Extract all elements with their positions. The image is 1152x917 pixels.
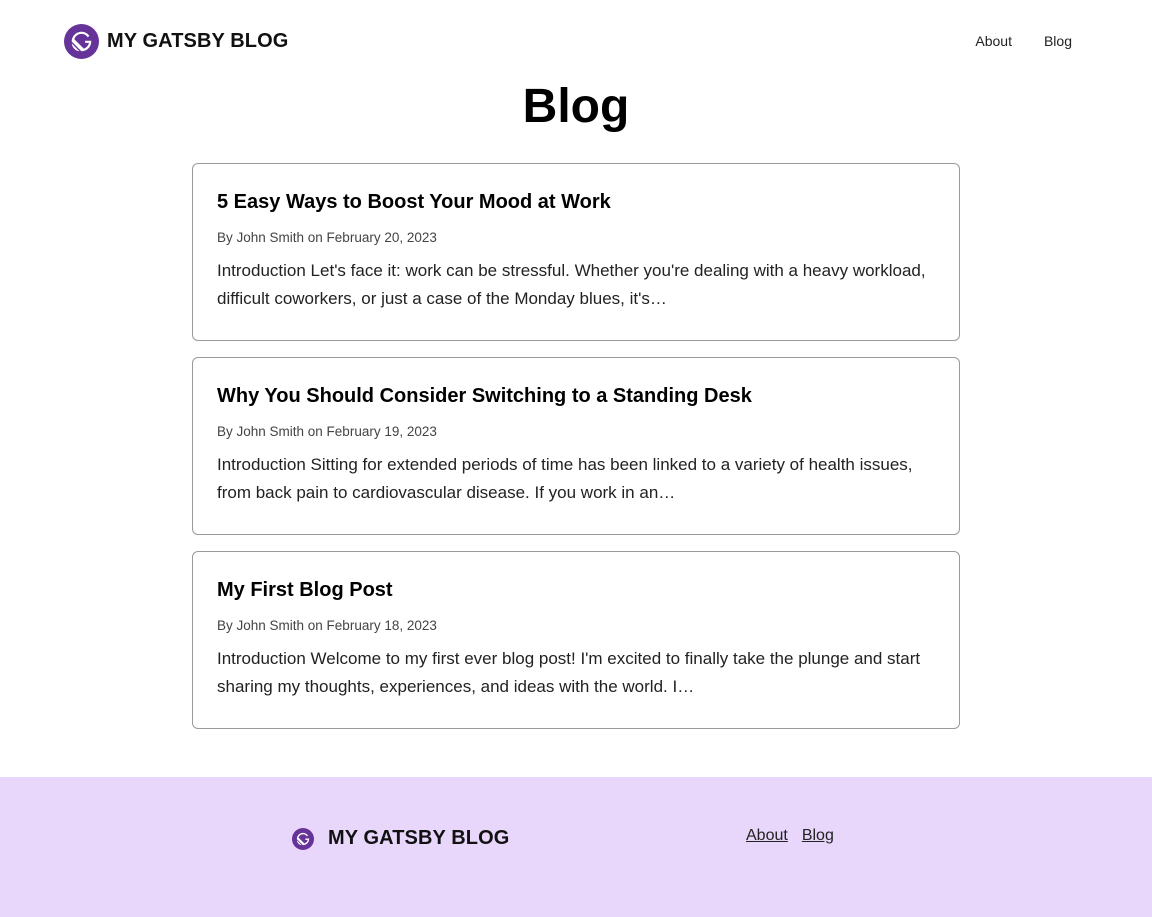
post-card[interactable]: Why You Should Consider Switching to a S… bbox=[192, 357, 960, 535]
post-title[interactable]: Why You Should Consider Switching to a S… bbox=[217, 383, 935, 409]
top-nav: About Blog bbox=[975, 33, 1072, 49]
footer-brand[interactable]: MY GATSBY BLOG bbox=[292, 827, 509, 850]
post-meta: By John Smith on February 18, 2023 bbox=[217, 618, 437, 633]
page-title: Blog bbox=[522, 80, 630, 133]
post-excerpt: Introduction Welcome to my first ever bl… bbox=[217, 649, 921, 696]
site-header: MY GATSBY BLOG About Blog bbox=[0, 0, 1152, 84]
post-excerpt: Introduction Sitting for extended period… bbox=[217, 455, 913, 502]
post-meta: By John Smith on February 19, 2023 bbox=[217, 424, 437, 439]
post-card[interactable]: My First Blog Post By John Smith on Febr… bbox=[192, 551, 960, 729]
nav-link-about[interactable]: About bbox=[975, 33, 1012, 49]
brand-name: MY GATSBY BLOG bbox=[107, 30, 289, 52]
site-footer: MY GATSBY BLOG About Blog bbox=[0, 777, 1152, 917]
post-title[interactable]: My First Blog Post bbox=[217, 577, 935, 603]
gatsby-logo-icon bbox=[292, 827, 314, 850]
post-excerpt: Introduction Let's face it: work can be … bbox=[217, 261, 926, 308]
nav-link-blog[interactable]: Blog bbox=[1044, 33, 1072, 49]
post-meta: By John Smith on February 20, 2023 bbox=[217, 230, 437, 245]
footer-nav: About Blog bbox=[746, 827, 834, 845]
post-list: 5 Easy Ways to Boost Your Mood at Work B… bbox=[192, 163, 960, 745]
gatsby-logo-icon bbox=[64, 24, 99, 59]
post-card[interactable]: 5 Easy Ways to Boost Your Mood at Work B… bbox=[192, 163, 960, 341]
footer-link-about[interactable]: About bbox=[746, 827, 788, 845]
footer-brand-name: MY GATSBY BLOG bbox=[328, 827, 510, 849]
brand-link[interactable]: MY GATSBY BLOG bbox=[64, 24, 288, 59]
post-title[interactable]: 5 Easy Ways to Boost Your Mood at Work bbox=[217, 189, 935, 215]
footer-link-blog[interactable]: Blog bbox=[802, 827, 834, 845]
